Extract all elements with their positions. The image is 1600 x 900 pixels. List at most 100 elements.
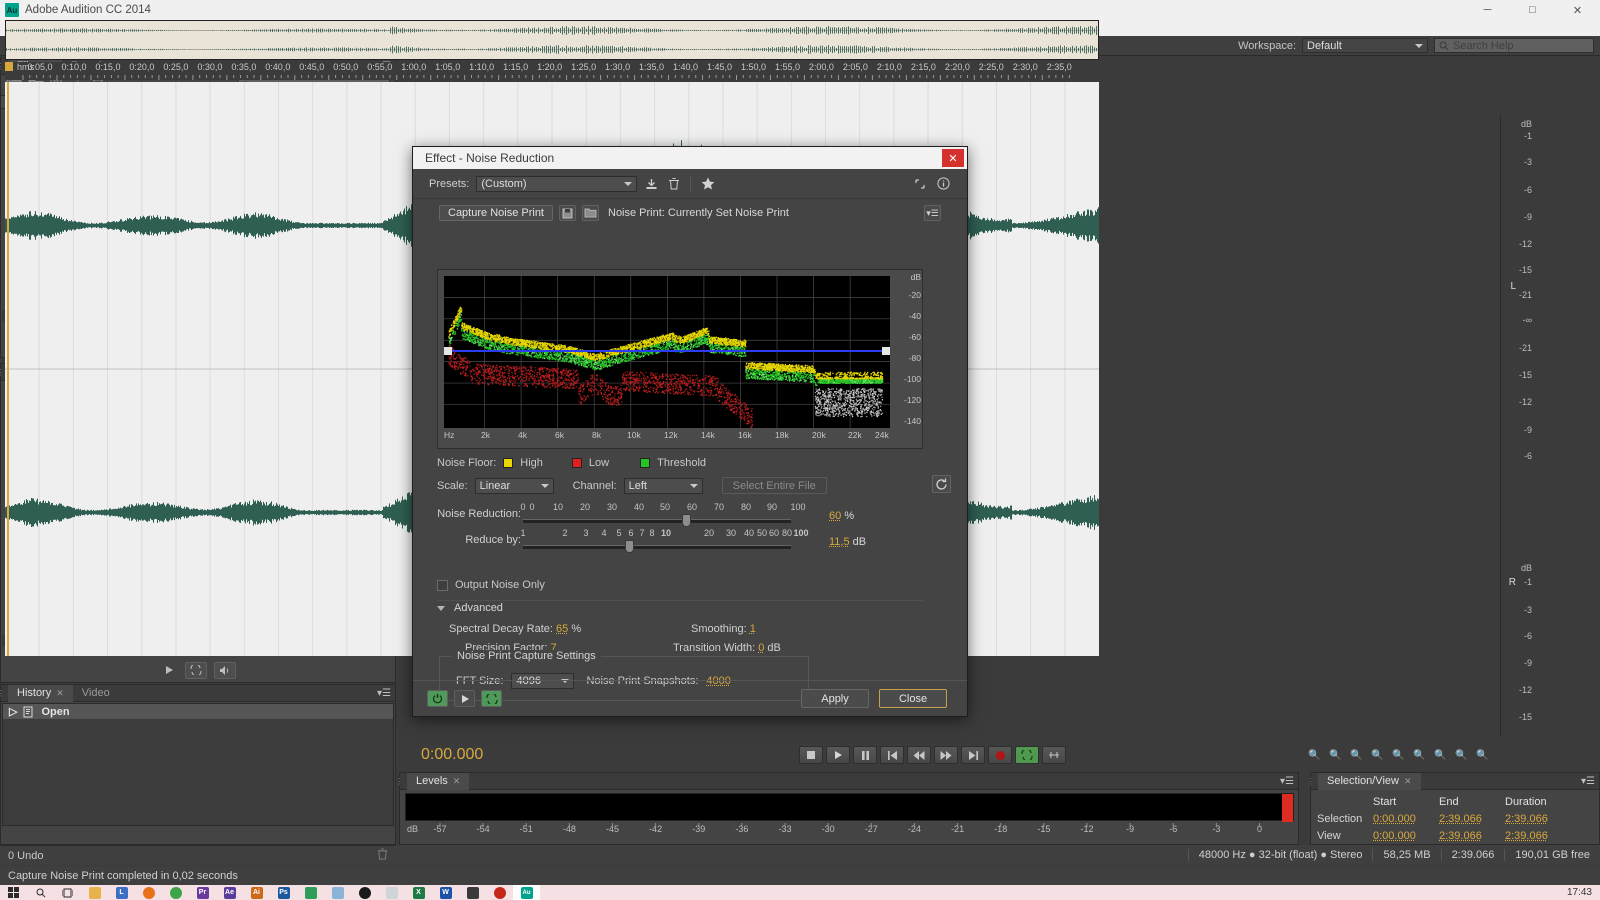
clear-history-icon[interactable]: [377, 848, 388, 863]
zoom-out-full-icon[interactable]: 🔍: [1390, 747, 1407, 763]
load-noise-print-icon[interactable]: [582, 205, 599, 221]
capture-noise-print-button[interactable]: Capture Noise Print: [439, 205, 553, 221]
acrobat-icon[interactable]: [351, 885, 378, 900]
editor-overview-waveform[interactable]: [5, 20, 1099, 60]
zoom-in-selection-icon[interactable]: 🔍: [1432, 747, 1449, 763]
close-icon[interactable]: ✕: [56, 688, 64, 699]
editor-timeline-ruler[interactable]: hms 0:05,0 0:10,0 0:15,0 0:20,0 0:25,0 0:30,0 0…: [5, 62, 1099, 80]
tab-history[interactable]: History ✕: [8, 684, 73, 702]
firefox-icon[interactable]: [135, 885, 162, 900]
opera-icon[interactable]: [486, 885, 513, 900]
view-start[interactable]: 0:00.000: [1373, 830, 1439, 842]
dialog-close-button[interactable]: ✕: [942, 149, 964, 167]
skip-to-start-button[interactable]: [880, 746, 904, 764]
excel-app-icon[interactable]: X: [405, 885, 432, 900]
transport-time-display[interactable]: 0:00.000: [421, 746, 483, 764]
rewind-button[interactable]: [907, 746, 931, 764]
after-effects-icon[interactable]: Ae: [216, 885, 243, 900]
start-button[interactable]: [0, 885, 27, 900]
word-icon[interactable]: W: [432, 885, 459, 900]
smoothing-value[interactable]: 1: [750, 623, 756, 635]
task-view-icon[interactable]: [54, 885, 81, 900]
noise-reduction-thumb[interactable]: [682, 514, 691, 527]
chrome-icon[interactable]: [162, 885, 189, 900]
tab-video[interactable]: Video: [73, 685, 119, 702]
zoom-in-time-icon[interactable]: 🔍: [1348, 747, 1365, 763]
zoom-left-icon[interactable]: 🔍: [1453, 747, 1470, 763]
advanced-section-header[interactable]: Advanced: [437, 602, 503, 614]
amplitude-ruler[interactable]: dB -1 -3 -6 -9 -12 -15 -21 L -∞ -21 -15 …: [1500, 115, 1536, 737]
delete-preset-icon[interactable]: [666, 176, 681, 191]
audition-taskbar-icon[interactable]: Au: [513, 885, 540, 900]
close-icon[interactable]: ✕: [453, 776, 461, 787]
stop-button[interactable]: [799, 746, 823, 764]
panel-menu-icon[interactable]: ▾☰: [924, 205, 941, 221]
panel-menu-icon[interactable]: ▾☰: [1280, 776, 1294, 787]
play-button[interactable]: [826, 746, 850, 764]
illustrator-icon[interactable]: Ai: [243, 885, 270, 900]
pause-button[interactable]: [853, 746, 877, 764]
tab-levels[interactable]: Levels ✕: [407, 772, 470, 790]
channel-dropdown[interactable]: Left: [623, 477, 703, 494]
transition-width-value[interactable]: 0: [758, 642, 764, 654]
loop-button[interactable]: [1015, 746, 1039, 764]
loop-icon[interactable]: [481, 690, 502, 707]
save-preset-icon[interactable]: [644, 176, 659, 191]
search-help-input[interactable]: Search Help: [1434, 38, 1594, 53]
output-noise-only-checkbox[interactable]: [437, 579, 448, 591]
reduce-by-thumb[interactable]: [625, 540, 634, 553]
search-icon[interactable]: [27, 885, 54, 900]
presets-dropdown[interactable]: (Custom): [476, 175, 638, 192]
paint-icon[interactable]: [324, 885, 351, 900]
selection-duration[interactable]: 2:39.066: [1505, 813, 1571, 825]
documents-icon[interactable]: [459, 885, 486, 900]
workspace-dropdown[interactable]: Default: [1302, 38, 1428, 53]
zoom-to-selection-icon[interactable]: 🔍: [1411, 747, 1428, 763]
info-icon[interactable]: [936, 176, 951, 191]
excel-icon[interactable]: [297, 885, 324, 900]
taskbar-clock[interactable]: 17:43: [1567, 887, 1600, 898]
zoom-in-amplitude-icon[interactable]: 🔍: [1306, 747, 1323, 763]
record-button[interactable]: [988, 746, 1012, 764]
graph-plot-area[interactable]: [444, 276, 890, 429]
photoshop-icon[interactable]: Ps: [270, 885, 297, 900]
auto-play-button[interactable]: [214, 661, 236, 679]
levels-clip-indicator[interactable]: [1282, 794, 1293, 822]
preview-play-icon[interactable]: [454, 690, 475, 707]
close-button[interactable]: Close: [879, 689, 947, 708]
premiere-pro-icon[interactable]: Pr: [189, 885, 216, 900]
save-noise-print-icon[interactable]: [559, 205, 576, 221]
loop-playback-button[interactable]: [185, 661, 207, 679]
noise-reduction-value[interactable]: 60: [829, 510, 841, 522]
view-duration[interactable]: 2:39.066: [1505, 830, 1571, 842]
favorite-icon[interactable]: [700, 176, 715, 191]
reduce-by-track[interactable]: [523, 545, 791, 549]
selection-start[interactable]: 0:00.000: [1373, 813, 1439, 825]
view-end[interactable]: 2:39.066: [1439, 830, 1505, 842]
panel-menu-icon[interactable]: ▾☰: [377, 688, 391, 699]
reduce-by-value[interactable]: 11,5: [829, 536, 850, 548]
close-icon[interactable]: ✕: [1404, 776, 1412, 787]
fast-forward-button[interactable]: [934, 746, 958, 764]
noise-floor-graph[interactable]: dB -20 -40 -60 -80 -100 -120 -140 Hz 2k …: [437, 269, 923, 449]
zoom-right-icon[interactable]: 🔍: [1474, 747, 1491, 763]
tab-selection-view[interactable]: Selection/View ✕: [1318, 772, 1421, 790]
reset-icon[interactable]: [932, 475, 951, 493]
select-entire-file-button[interactable]: Select Entire File: [721, 477, 827, 494]
minimize-button[interactable]: ─: [1465, 0, 1510, 20]
maximize-button[interactable]: □: [1510, 0, 1555, 20]
output-noise-only-row[interactable]: Output Noise Only: [437, 579, 545, 591]
skip-to-end-button[interactable]: [961, 746, 985, 764]
playhead-marker[interactable]: [5, 62, 13, 71]
play-icon[interactable]: [160, 662, 178, 678]
spectral-decay-rate-value[interactable]: 65: [556, 623, 568, 635]
levels-meter[interactable]: [405, 793, 1294, 822]
notepad-icon[interactable]: [378, 885, 405, 900]
file-explorer-icon[interactable]: [81, 885, 108, 900]
chevron-down-icon[interactable]: [437, 605, 445, 611]
zoom-out-amplitude-icon[interactable]: 🔍: [1327, 747, 1344, 763]
apply-button[interactable]: Apply: [801, 689, 869, 708]
noise-reduction-track[interactable]: [523, 519, 791, 523]
panel-menu-icon[interactable]: ▾☰: [1581, 776, 1595, 787]
selection-end[interactable]: 2:39.066: [1439, 813, 1505, 825]
